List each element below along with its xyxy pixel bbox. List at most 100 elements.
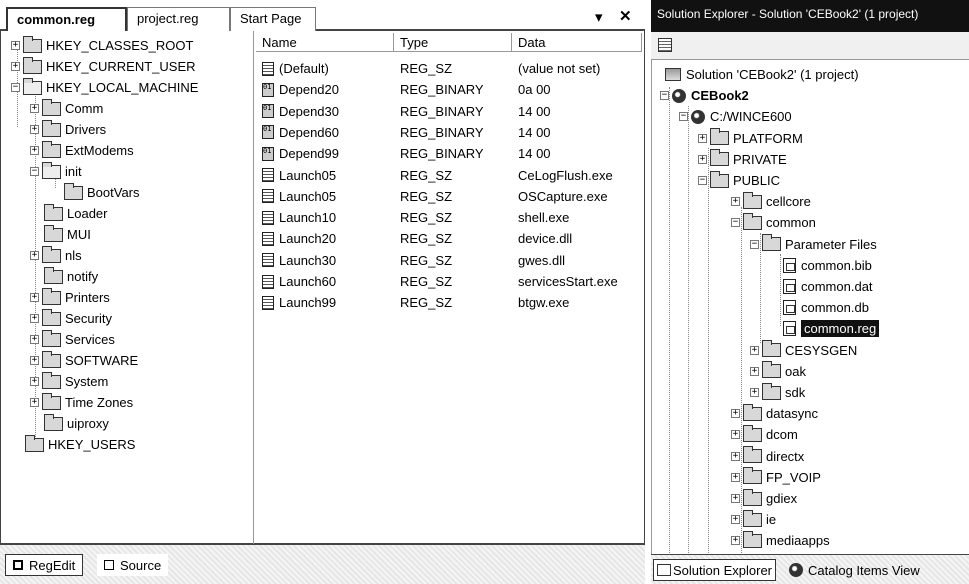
tree-item-comm[interactable]: + Comm <box>30 98 103 119</box>
solution-node[interactable]: + oak <box>750 361 806 382</box>
value-name[interactable]: Depend30 <box>262 101 339 122</box>
tree-item-hkcu[interactable]: + HKEY_CURRENT_USER <box>11 56 196 77</box>
column-header-data[interactable]: Data <box>512 33 642 52</box>
value-name[interactable]: Launch20 <box>262 228 336 249</box>
tree-item-hklm[interactable]: − HKEY_LOCAL_MACHINE <box>11 77 198 98</box>
tab-project-reg[interactable]: project.reg <box>127 7 230 31</box>
value-name[interactable]: Depend60 <box>262 122 339 143</box>
collapse-icon[interactable]: − <box>731 218 740 228</box>
solution-node[interactable]: + ie <box>731 509 776 530</box>
tab-solution-explorer[interactable]: Solution Explorer <box>653 559 776 581</box>
collapse-icon[interactable]: − <box>698 176 707 185</box>
expand-icon[interactable]: + <box>30 314 39 323</box>
value-name[interactable]: Launch60 <box>262 271 336 292</box>
value-name[interactable]: Launch99 <box>262 292 336 313</box>
expand-icon[interactable]: + <box>30 398 39 407</box>
solution-node[interactable]: common.reg <box>783 318 880 339</box>
tree-item-drivers[interactable]: + Drivers <box>30 119 106 140</box>
solution-node[interactable]: common.bib <box>783 255 872 276</box>
expand-icon[interactable]: + <box>731 536 740 546</box>
solution-node[interactable]: + FP_VOIP <box>731 467 821 488</box>
tree-item-extmodems[interactable]: + ExtModems <box>30 140 134 161</box>
tree-item-mui[interactable]: MUI <box>44 224 91 245</box>
collapse-icon[interactable]: − <box>750 239 759 249</box>
solution-node[interactable]: + dcom <box>731 424 798 445</box>
collapse-icon[interactable]: − <box>30 167 39 176</box>
expand-icon[interactable]: + <box>30 293 39 302</box>
expand-icon[interactable]: + <box>30 377 39 386</box>
expand-icon[interactable]: + <box>731 430 740 440</box>
expand-icon[interactable]: + <box>30 356 39 365</box>
expand-icon[interactable]: + <box>11 41 20 50</box>
tree-item-nls[interactable]: + nls <box>30 245 82 266</box>
solution-node[interactable]: + gdiex <box>731 488 797 509</box>
expand-icon[interactable]: + <box>30 335 39 344</box>
properties-icon[interactable] <box>658 38 672 52</box>
expand-icon[interactable]: + <box>698 133 707 143</box>
tab-dropdown-icon[interactable]: ▾ <box>595 8 603 26</box>
solution-node[interactable]: + sdk <box>750 382 805 403</box>
solution-node[interactable]: − Parameter Files <box>750 234 877 255</box>
tree-item-security[interactable]: + Security <box>30 308 112 329</box>
tree-item-notify[interactable]: notify <box>44 266 98 287</box>
collapse-icon[interactable]: − <box>679 112 688 122</box>
solution-node[interactable]: − common <box>731 212 816 233</box>
expand-icon[interactable]: + <box>30 125 39 134</box>
expand-icon[interactable]: + <box>30 104 39 113</box>
solution-node[interactable]: − CEBook2 <box>660 85 749 106</box>
expand-icon[interactable]: + <box>11 62 20 71</box>
solution-node[interactable]: + PRIVATE <box>698 149 787 170</box>
solution-node[interactable]: Solution 'CEBook2' (1 project) <box>665 64 859 85</box>
tree-item-printers[interactable]: + Printers <box>30 287 110 308</box>
tab-source[interactable]: Source <box>97 554 169 576</box>
value-name[interactable]: Launch10 <box>262 207 336 228</box>
expand-icon[interactable]: + <box>750 366 759 376</box>
tree-item-init[interactable]: − init <box>30 161 82 182</box>
tree-item-hku[interactable]: HKEY_USERS <box>25 434 135 455</box>
collapse-icon[interactable]: − <box>660 91 669 101</box>
solution-node[interactable]: + mediaapps <box>731 530 830 551</box>
tree-item-uiproxy[interactable]: uiproxy <box>44 413 109 434</box>
solution-node[interactable]: + directx <box>731 446 804 467</box>
tree-item-software[interactable]: + SOFTWARE <box>30 350 138 371</box>
expand-icon[interactable]: + <box>731 451 740 461</box>
expand-icon[interactable]: + <box>731 409 740 419</box>
expand-icon[interactable]: + <box>30 146 39 155</box>
solution-node[interactable]: + CESYSGEN <box>750 340 857 361</box>
column-header-type[interactable]: Type <box>394 33 512 52</box>
tree-item-services[interactable]: + Services <box>30 329 115 350</box>
expand-icon[interactable]: + <box>731 515 740 525</box>
tree-item-hkcr[interactable]: + HKEY_CLASSES_ROOT <box>11 35 193 56</box>
value-name[interactable]: (Default) <box>262 58 329 79</box>
value-name[interactable]: Launch05 <box>262 165 336 186</box>
tree-item-system[interactable]: + System <box>30 371 108 392</box>
close-icon[interactable]: ✕ <box>619 7 632 25</box>
expand-icon[interactable]: + <box>750 388 759 397</box>
value-name[interactable]: Launch05 <box>262 186 336 207</box>
collapse-icon[interactable]: − <box>11 83 20 92</box>
solution-node[interactable]: + cellcore <box>731 191 811 212</box>
tree-item-time-zones[interactable]: + Time Zones <box>30 392 133 413</box>
value-name[interactable]: Depend99 <box>262 143 339 164</box>
tab-start-page[interactable]: Start Page <box>230 7 316 31</box>
value-name[interactable]: Depend20 <box>262 79 339 100</box>
column-header-name[interactable]: Name <box>256 33 394 52</box>
solution-node[interactable]: − PUBLIC <box>698 170 780 191</box>
tree-item-loader[interactable]: Loader <box>44 203 107 224</box>
solution-node[interactable]: common.db <box>783 297 869 318</box>
expand-icon[interactable]: + <box>731 197 740 207</box>
expand-icon[interactable]: + <box>750 345 759 355</box>
expand-icon[interactable]: + <box>731 494 740 503</box>
tab-catalog-items-view[interactable]: Catalog Items View <box>786 559 923 581</box>
value-name[interactable]: Launch30 <box>262 250 336 271</box>
expand-icon[interactable]: + <box>731 472 740 482</box>
tree-item-bootvars[interactable]: BootVars <box>64 182 140 203</box>
tab-regedit[interactable]: RegEdit <box>5 554 84 576</box>
solution-node[interactable]: common.dat <box>783 276 873 297</box>
expand-icon[interactable]: + <box>698 154 707 164</box>
solution-node[interactable]: + datasync <box>731 403 818 424</box>
tab-common-reg[interactable]: common.reg <box>6 7 127 31</box>
solution-node[interactable]: + PLATFORM <box>698 128 803 149</box>
solution-node[interactable]: − C:/WINCE600 <box>679 106 792 127</box>
expand-icon[interactable]: + <box>30 251 39 260</box>
